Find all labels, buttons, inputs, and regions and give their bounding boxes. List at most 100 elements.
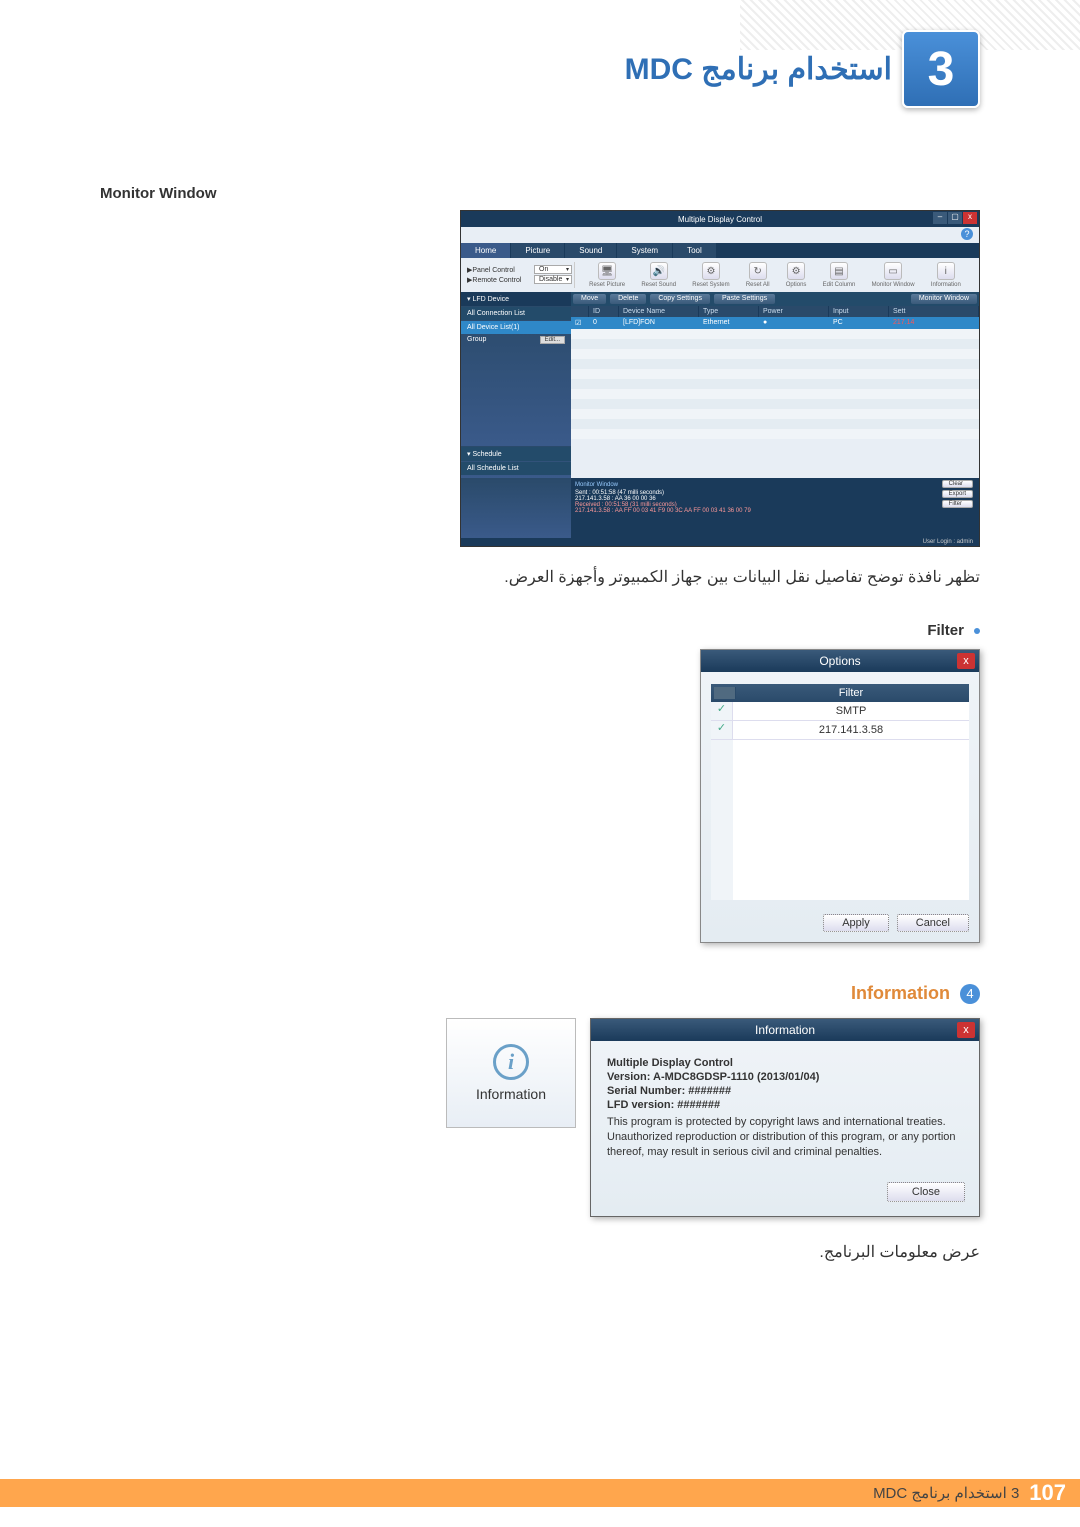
mdc-tabs: Home Picture Sound System Tool: [461, 243, 979, 258]
filter-row-smtp[interactable]: ✓ SMTP: [711, 702, 969, 721]
options-button[interactable]: ⚙Options: [786, 262, 807, 288]
panel-control-label: ▶Panel Control: [467, 266, 515, 274]
monitor-window-toggle[interactable]: Monitor Window: [911, 294, 977, 304]
reset-picture-button[interactable]: 🖥Reset Picture: [589, 262, 625, 288]
panel-control-select[interactable]: On: [534, 265, 572, 274]
delete-button[interactable]: Delete: [610, 294, 646, 304]
col-sett[interactable]: Sett: [889, 306, 979, 317]
edit-column-label: Edit Column: [823, 282, 856, 288]
info-dialog-close-button[interactable]: x: [957, 1022, 975, 1038]
tab-picture[interactable]: Picture: [511, 243, 565, 258]
info-dialog-title-text: Information: [755, 1023, 815, 1037]
cell-id: 0: [589, 317, 619, 329]
reset-picture-label: Reset Picture: [589, 282, 625, 288]
apply-button[interactable]: Apply: [823, 914, 889, 932]
filter-row-ip[interactable]: ✓ 217.141.3.58: [711, 721, 969, 740]
mw-export-button[interactable]: Export: [942, 490, 973, 498]
mdc-footer: User Login : admin: [461, 538, 979, 546]
mdc-window-title: Multiple Display Control: [678, 215, 762, 224]
page-number: 107: [1029, 1480, 1066, 1506]
col-id[interactable]: ID: [589, 306, 619, 317]
filter-check-icon[interactable]: ✓: [711, 721, 733, 739]
move-button[interactable]: Move: [573, 294, 606, 304]
mdc-toolbar: ▶Panel Control On ▶Remote Control Disabl…: [461, 258, 979, 292]
reset-sound-label: Reset Sound: [641, 282, 676, 288]
info-close-button[interactable]: Close: [887, 1182, 965, 1202]
chapter-number-box: 3: [902, 30, 980, 108]
information-button[interactable]: iInformation: [931, 262, 961, 288]
page-footer: 107 3 استخدام برنامج MDC: [0, 1479, 1080, 1507]
remote-control-select[interactable]: Disable: [534, 275, 572, 284]
remote-control-label: ▶Remote Control: [467, 276, 521, 284]
sidebar-group-label: Group: [467, 336, 486, 344]
reset-all-label: Reset All: [746, 282, 770, 288]
col-device-name[interactable]: Device Name: [619, 306, 699, 317]
mw-clear-button[interactable]: Clear: [942, 480, 973, 488]
mdc-app-screenshot: Multiple Display Control – ▢ x ? Home Pi…: [460, 210, 980, 547]
mw-recv-line2: 217.141.3.58 : AA FF 00 03 41 F9 00 3C A…: [575, 508, 975, 514]
info-lfd-version: LFD version: #######: [607, 1099, 963, 1111]
close-button[interactable]: x: [963, 212, 977, 224]
tab-home[interactable]: Home: [461, 243, 511, 258]
sidebar-schedule[interactable]: ▾ Schedule: [461, 447, 571, 461]
mw-title: Monitor Window: [575, 482, 975, 488]
copy-settings-button[interactable]: Copy Settings: [650, 294, 710, 304]
body-text-2: عرض معلومات البرنامج.: [100, 1242, 980, 1262]
help-icon[interactable]: ?: [961, 228, 973, 240]
tab-tool[interactable]: Tool: [673, 243, 717, 258]
device-table-header: ID Device Name Type Power Input Sett: [571, 306, 979, 317]
device-table-empty-rows: [571, 329, 979, 439]
maximize-button[interactable]: ▢: [948, 212, 962, 224]
information-label: Information: [931, 282, 961, 288]
filter-row-text: 217.141.3.58: [733, 721, 969, 739]
lfd-device-header[interactable]: ▾ LFD Device: [461, 292, 571, 306]
options-close-button[interactable]: x: [957, 653, 975, 669]
mdc-sidebar: All Connection List All Device List(1) G…: [461, 306, 571, 446]
reset-system-label: Reset System: [692, 282, 729, 288]
tab-system[interactable]: System: [617, 243, 673, 258]
info-dialog-title: Information x: [591, 1019, 979, 1041]
cell-type: Ethernet: [699, 317, 759, 329]
info-icon-label: Information: [476, 1086, 546, 1102]
information-dialog: Information x Multiple Display Control V…: [590, 1018, 980, 1217]
sidebar-all-connection[interactable]: All Connection List: [461, 307, 571, 320]
tab-sound[interactable]: Sound: [565, 243, 617, 258]
options-dialog-title: Options x: [701, 650, 979, 672]
reset-sound-button[interactable]: 🔊Reset Sound: [641, 262, 676, 288]
cell-name: [LFD]FON: [619, 317, 699, 329]
body-text-1: تظهر نافذة توضح تفاصيل نقل البيانات بين …: [100, 567, 980, 587]
paste-settings-button[interactable]: Paste Settings: [714, 294, 775, 304]
sidebar-all-device[interactable]: All Device List(1): [461, 321, 571, 334]
mw-filter-button[interactable]: Filter: [942, 500, 973, 508]
col-input[interactable]: Input: [829, 306, 889, 317]
options-label: Options: [786, 282, 807, 288]
mdc-subbar: ▾ LFD Device Move Delete Copy Settings P…: [461, 292, 979, 306]
info-paragraph: This program is protected by copyright l…: [607, 1115, 963, 1160]
edit-column-button[interactable]: ▤Edit Column: [823, 262, 856, 288]
information-heading: Information 4: [851, 983, 980, 1004]
cell-power: ●: [759, 317, 829, 329]
filter-row-text: SMTP: [733, 702, 969, 720]
sidebar-all-schedule[interactable]: All Schedule List: [461, 462, 571, 475]
information-icon-box[interactable]: i Information: [446, 1018, 576, 1128]
device-table-row[interactable]: ☑ 0 [LFD]FON Ethernet ● PC 217.14: [571, 317, 979, 329]
information-label: Information: [851, 983, 950, 1004]
cell-input: PC: [829, 317, 889, 329]
info-serial: Serial Number: #######: [607, 1085, 963, 1097]
chapter-header: 3 استخدام برنامج MDC: [625, 30, 980, 108]
col-power[interactable]: Power: [759, 306, 829, 317]
filter-check-icon[interactable]: ✓: [711, 702, 733, 720]
group-edit-button[interactable]: Edit...: [540, 336, 565, 344]
reset-system-button[interactable]: ⚙Reset System: [692, 262, 729, 288]
minimize-button[interactable]: –: [933, 212, 947, 224]
info-version: Version: A-MDC8GDSP-1110 (2013/01/04): [607, 1071, 963, 1083]
options-title-text: Options: [819, 654, 860, 668]
col-type[interactable]: Type: [699, 306, 759, 317]
filter-heading: Filter: [927, 622, 980, 639]
monitor-window-button[interactable]: ▭Monitor Window: [872, 262, 915, 288]
monitor-window-panel: Monitor Window Sent : 00:51:58 (47 milli…: [461, 478, 979, 538]
chapter-title: استخدام برنامج MDC: [625, 52, 892, 87]
reset-all-button[interactable]: ↻Reset All: [746, 262, 770, 288]
cancel-button[interactable]: Cancel: [897, 914, 969, 932]
filter-header-label: Filter: [736, 687, 966, 699]
